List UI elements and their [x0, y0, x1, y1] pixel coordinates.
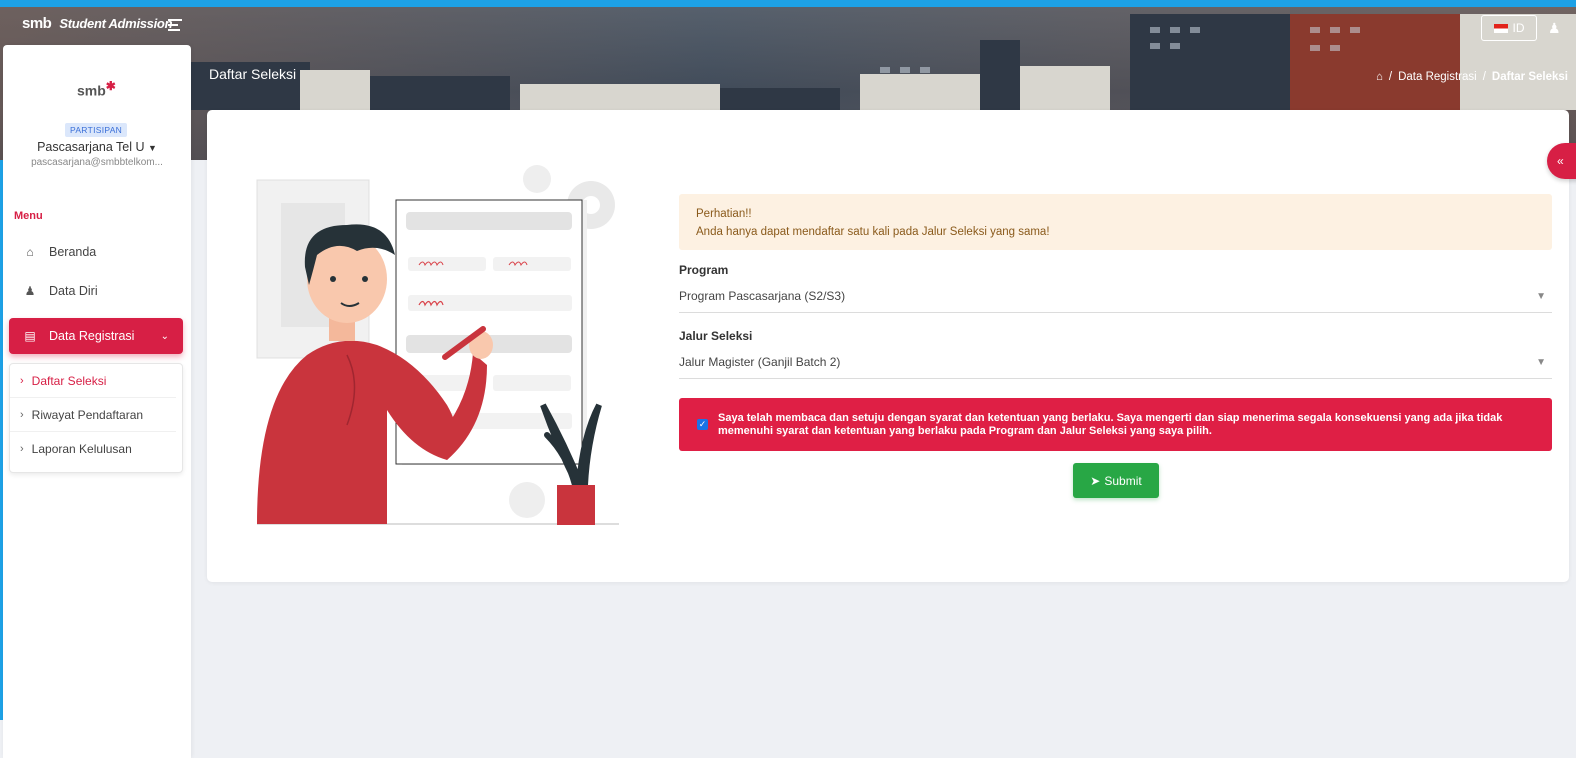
menu-label: Menu: [14, 210, 43, 222]
breadcrumb-data-registrasi[interactable]: Data Registrasi: [1398, 71, 1477, 83]
program-label: Program: [679, 263, 729, 277]
user-email: pascasarjana@smbbtelkom...: [31, 157, 163, 168]
breadcrumb: ⌂ / Data Registrasi / Daftar Seleksi: [1375, 71, 1568, 83]
sidebar-logo: smb✱: [77, 79, 116, 99]
jalur-seleksi-select[interactable]: Jalur Magister (Ganjil Batch 2) ▼: [679, 349, 1552, 379]
page-title: Daftar Seleksi: [209, 66, 297, 82]
submit-button[interactable]: ➤ Submit: [1073, 463, 1159, 498]
chevron-right-icon: ›: [20, 443, 24, 455]
brand-logo[interactable]: smb Student Admission: [22, 15, 173, 32]
indonesia-flag-icon: [1493, 23, 1508, 33]
breadcrumb-current: Daftar Seleksi: [1491, 71, 1568, 83]
user-name[interactable]: Pascasarjana Tel U ▼: [3, 140, 191, 154]
clipboard-icon: ▤: [24, 329, 36, 343]
home-icon[interactable]: ⌂: [1376, 71, 1383, 83]
jalur-seleksi-label: Jalur Seleksi: [679, 329, 753, 343]
agreement-text: Saya telah membaca dan setuju dengan sya…: [718, 411, 1503, 437]
submenu-data-registrasi: › Daftar Seleksi › Riwayat Pendaftaran ›…: [9, 363, 183, 473]
user-menu-icon[interactable]: ♟: [1548, 20, 1561, 37]
sidebar-item-data-registrasi[interactable]: ▤ Data Registrasi ⌄: [9, 318, 183, 354]
chevron-right-icon: ›: [20, 374, 24, 387]
submenu-item-laporan-kelulusan[interactable]: › Laporan Kelulusan: [10, 432, 176, 466]
home-icon: ⌂: [26, 245, 34, 259]
chevron-down-icon: ⌄: [160, 330, 169, 342]
top-navbar: smb Student Admission ID ♟: [0, 7, 1576, 43]
sidebar-item-label: Beranda: [49, 245, 97, 259]
brand-mark: smb: [22, 15, 52, 32]
jalur-seleksi-selected-value: Jalur Magister (Ganjil Batch 2): [679, 355, 841, 369]
submenu-item-riwayat-pendaftaran[interactable]: › Riwayat Pendaftaran: [10, 398, 176, 432]
collapse-panel-button[interactable]: «: [1547, 143, 1576, 179]
top-accent-strip: [0, 0, 1576, 7]
sidebar-item-label: Data Registrasi: [49, 329, 135, 343]
agreement-box: ✓ Saya telah membaca dan setuju dengan s…: [679, 398, 1552, 451]
app-name: Student Admission: [59, 16, 173, 31]
language-button[interactable]: ID: [1481, 15, 1537, 41]
caret-down-icon: ▼: [1536, 357, 1546, 368]
alert-message: Anda hanya dapat mendaftar satu kali pad…: [696, 226, 1050, 238]
language-label: ID: [1512, 21, 1525, 35]
registration-card: Perhatian!! Anda hanya dapat mendaftar s…: [207, 110, 1569, 582]
chevron-right-icon: ›: [20, 408, 24, 421]
alert-title: Perhatian!!: [696, 208, 752, 220]
program-selected-value: Program Pascasarjana (S2/S3): [679, 289, 846, 303]
send-icon: ➤: [1090, 473, 1101, 488]
caret-down-icon: ▼: [148, 143, 157, 153]
registration-illustration: [256, 165, 619, 525]
sidebar-item-data-diri[interactable]: ♟ Data Diri: [9, 273, 183, 309]
warning-alert: Perhatian!! Anda hanya dapat mendaftar s…: [679, 194, 1552, 250]
sidebar-item-label: Data Diri: [49, 284, 98, 298]
agreement-checkbox[interactable]: ✓: [697, 419, 708, 430]
menu-toggle-icon[interactable]: [168, 19, 182, 31]
chevrons-left-icon: «: [1557, 154, 1564, 168]
role-badge: PARTISIPAN: [65, 123, 128, 137]
sidebar-item-beranda[interactable]: ⌂ Beranda: [9, 234, 183, 270]
user-icon: ♟: [24, 284, 36, 298]
caret-down-icon: ▼: [1536, 291, 1546, 302]
submenu-item-daftar-seleksi[interactable]: › Daftar Seleksi: [10, 364, 176, 398]
program-select[interactable]: Program Pascasarjana (S2/S3) ▼: [679, 283, 1552, 313]
sidebar: smb✱ PARTISIPAN Pascasarjana Tel U ▼ pas…: [3, 45, 191, 758]
submit-label: Submit: [1104, 473, 1142, 488]
